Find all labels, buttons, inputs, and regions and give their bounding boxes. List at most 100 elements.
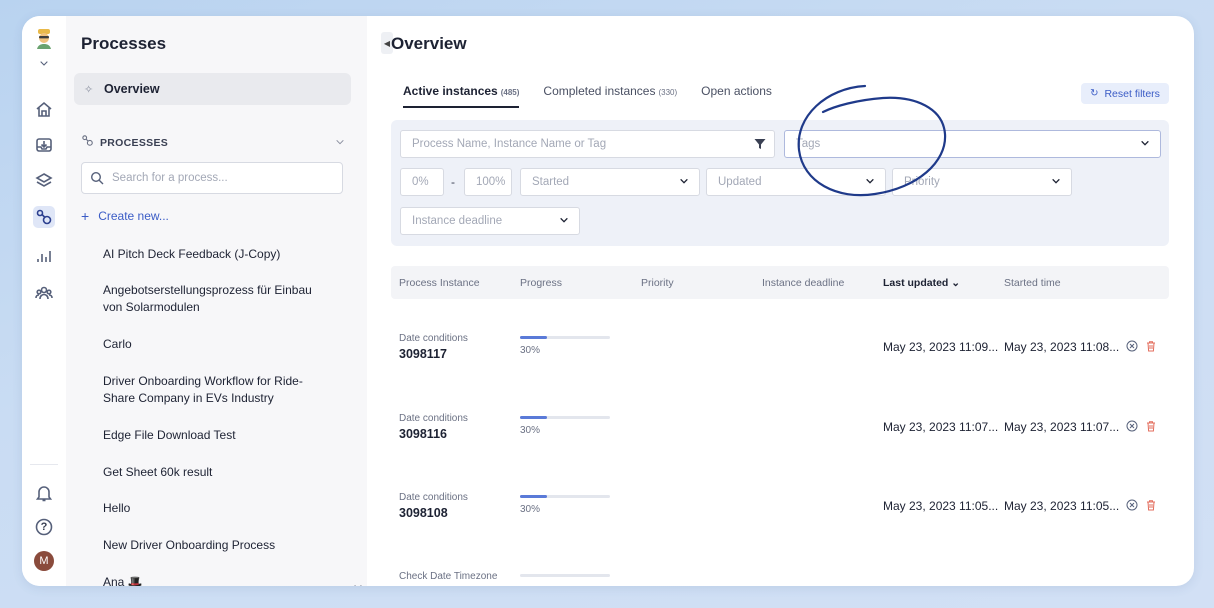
progress-min-value: 0% [412, 176, 429, 188]
table-row[interactable]: Check Date Timezone [391, 562, 1169, 586]
progress-range-separator: - [451, 175, 455, 189]
progress-min-input[interactable]: 0% [400, 168, 444, 196]
priority-select[interactable]: Priority [892, 168, 1072, 196]
search-icon [90, 171, 104, 185]
instance-search-field[interactable]: Process Name, Instance Name or Tag [400, 130, 775, 158]
page-title: Overview [391, 34, 467, 53]
analytics-icon[interactable] [33, 245, 55, 267]
chevron-down-icon [335, 137, 345, 150]
processes-header-label: PROCESSES [100, 137, 169, 149]
instance-process-name: Check Date Timezone [399, 571, 498, 582]
column-header[interactable]: Progress [520, 277, 562, 289]
started-time: May 23, 2023 11:08... [1004, 340, 1120, 354]
create-new-label: Create new... [98, 209, 169, 223]
table-row[interactable]: Date conditions 3098117 30% May 23, 2023… [391, 324, 1169, 402]
help-glyph: ? [40, 521, 48, 533]
priority-label: Priority [904, 176, 940, 188]
progress-bar [520, 574, 610, 577]
process-search-input[interactable] [110, 171, 334, 185]
help-icon[interactable]: ? [33, 516, 55, 538]
instance-process-name: Date conditions [399, 492, 468, 503]
chevron-down-icon [560, 217, 568, 223]
chevron-down-icon [1141, 140, 1149, 146]
process-sidebar: Processes ◀ ✧ Overview PROCESSES + Creat… [66, 16, 393, 586]
instance-deadline-select[interactable]: Instance deadline [400, 207, 580, 235]
trash-icon[interactable] [1145, 499, 1157, 511]
progress-bar [520, 336, 610, 339]
table-row[interactable]: Date conditions 3098108 30% May 23, 2023… [391, 483, 1169, 561]
column-header-sorted[interactable]: Last updated ⌄ [883, 277, 960, 289]
instance-process-name: Date conditions [399, 333, 468, 344]
started-time: May 23, 2023 11:07... [1004, 420, 1120, 434]
home-icon[interactable] [33, 98, 55, 120]
last-updated: May 23, 2023 11:05... [883, 499, 999, 513]
trash-icon[interactable] [1145, 420, 1157, 432]
last-updated: May 23, 2023 11:09... [883, 340, 999, 354]
process-search-field[interactable] [81, 162, 343, 194]
processes-icon[interactable] [33, 206, 55, 228]
process-item[interactable]: Ana 🎩 [103, 574, 333, 586]
sidebar-item-label: Overview [104, 82, 160, 96]
user-avatar[interactable]: M [34, 551, 54, 571]
process-item[interactable]: Carlo [103, 336, 333, 353]
create-new-button[interactable]: + Create new... [81, 208, 169, 224]
tab-label: Completed instances [543, 84, 656, 98]
column-header[interactable]: Priority [641, 277, 674, 289]
tags-placeholder: Tags [796, 138, 821, 150]
tab-label: Open actions [701, 84, 772, 98]
reset-icon: ↻ [1090, 88, 1099, 99]
instance-id[interactable]: 3098117 [399, 347, 447, 361]
table-row[interactable]: Date conditions 3098116 30% May 23, 2023… [391, 404, 1169, 482]
started-select[interactable]: Started [520, 168, 700, 196]
sort-desc-icon: ⌄ [951, 277, 961, 289]
process-item[interactable]: Hello [103, 500, 333, 517]
column-header[interactable]: Started time [1004, 277, 1061, 289]
cancel-icon[interactable] [1126, 499, 1138, 511]
started-label: Started [532, 176, 570, 188]
progress-label: 30% [520, 345, 541, 356]
progress-max-input[interactable]: 100% [464, 168, 512, 196]
tags-select[interactable]: Tags [784, 130, 1161, 158]
inbox-download-icon[interactable] [33, 134, 55, 156]
rail-divider [30, 464, 58, 465]
instance-id[interactable]: 3098108 [399, 506, 448, 520]
team-icon[interactable] [33, 282, 55, 304]
chevron-down-icon[interactable] [33, 56, 55, 70]
tab-label: Active instances [403, 84, 498, 98]
process-item[interactable]: AI Pitch Deck Feedback (J-Copy) [103, 246, 333, 263]
filter-panel: Process Name, Instance Name or Tag Tags … [391, 120, 1169, 246]
layers-icon[interactable] [33, 170, 55, 192]
progress-label: 30% [520, 504, 541, 515]
column-header[interactable]: Process Instance [399, 277, 480, 289]
user-emoji-avatar[interactable] [33, 28, 55, 50]
column-header[interactable]: Instance deadline [762, 277, 844, 289]
sidebar-item-overview[interactable]: ✧ Overview [74, 73, 351, 105]
filter-icon[interactable] [754, 138, 766, 150]
processes-section-header[interactable]: PROCESSES [81, 134, 351, 152]
processes-icon [81, 134, 94, 152]
progress-max-value: 100% [476, 176, 506, 188]
chevron-down-icon [1052, 178, 1060, 184]
progress-bar [520, 416, 610, 419]
process-item[interactable]: Get Sheet 60k result [103, 464, 333, 481]
process-item[interactable]: Angebotserstellungsprozess für Einbau vo… [103, 282, 333, 316]
instance-id[interactable]: 3098116 [399, 427, 447, 441]
updated-select[interactable]: Updated [706, 168, 886, 196]
progress-bar-fill [520, 336, 547, 339]
trash-icon[interactable] [1145, 340, 1157, 352]
process-item[interactable]: Driver Onboarding Workflow for Ride-Shar… [103, 373, 333, 407]
process-item[interactable]: New Driver Onboarding Process [103, 537, 333, 554]
bell-icon[interactable] [33, 482, 55, 504]
reset-filters-label: Reset filters [1104, 87, 1160, 100]
started-time: May 23, 2023 11:05... [1004, 499, 1120, 513]
cancel-icon[interactable] [1126, 420, 1138, 432]
tab-completed-instances[interactable]: Completed instances (330) [543, 84, 677, 108]
chevron-down-icon[interactable] [353, 579, 363, 586]
tab-open-actions[interactable]: Open actions [701, 84, 772, 108]
reset-filters-button[interactable]: ↻ Reset filters [1081, 83, 1169, 104]
instance-search-placeholder: Process Name, Instance Name or Tag [412, 138, 607, 150]
main-panel: Overview Active instances (485) Completed… [391, 16, 1194, 586]
cancel-icon[interactable] [1126, 340, 1138, 352]
tab-active-instances[interactable]: Active instances (485) [403, 84, 520, 108]
process-item[interactable]: Edge File Download Test [103, 427, 333, 444]
